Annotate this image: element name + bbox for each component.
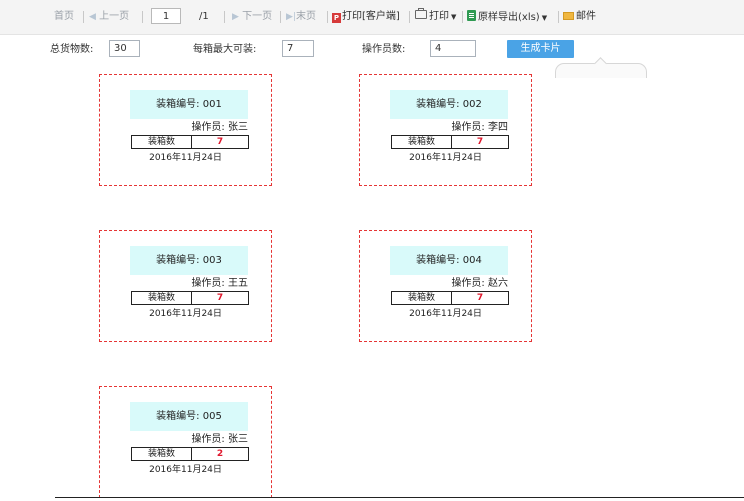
toolbar-divider	[462, 11, 463, 23]
max-per-box-input[interactable]	[282, 40, 314, 57]
box-number: 装箱编号: 002	[390, 90, 508, 119]
box-card: 装箱编号: 005 操作员: 张三 装箱数 2 2016年11月24日	[99, 386, 272, 498]
card-date: 2016年11月24日	[149, 153, 222, 163]
first-page-button[interactable]: 首页	[54, 10, 74, 24]
tooltip-bubble	[555, 63, 647, 78]
toolbar-divider	[83, 11, 84, 23]
box-count-table: 装箱数 7	[391, 291, 509, 305]
last-page-label: 末页	[295, 11, 316, 22]
box-count-label: 装箱数	[392, 292, 452, 304]
box-count-table: 装箱数 2	[131, 447, 249, 461]
arrow-right-icon: ▶	[232, 12, 239, 22]
box-count-value: 7	[216, 137, 224, 147]
last-page-button[interactable]: ▶|末页	[286, 10, 316, 24]
box-card: 装箱编号: 001 操作员: 张三 装箱数 7 2016年11月24日	[99, 74, 272, 186]
box-count-label: 装箱数	[132, 136, 192, 148]
total-goods-label: 总货物数:	[50, 44, 94, 55]
box-number: 装箱编号: 004	[390, 246, 508, 275]
generate-cards-button[interactable]: 生成卡片	[507, 40, 574, 58]
mail-label: 邮件	[576, 11, 596, 22]
box-count-table: 装箱数 7	[131, 291, 249, 305]
box-card: 装箱编号: 003 操作员: 王五 装箱数 7 2016年11月24日	[99, 230, 272, 342]
box-count-label: 装箱数	[132, 292, 192, 304]
total-goods-input[interactable]	[109, 40, 140, 57]
operator-name: 操作员: 张三	[191, 434, 248, 445]
card-date: 2016年11月24日	[409, 309, 482, 319]
operator-count-label: 操作员数:	[362, 44, 406, 55]
box-count-table: 装箱数 7	[391, 135, 509, 149]
excel-icon	[467, 10, 476, 21]
card-date: 2016年11月24日	[149, 465, 222, 475]
page-number-input[interactable]	[151, 8, 181, 24]
export-excel-button[interactable]: 原样导出(xls) ▼	[467, 10, 547, 24]
box-count-value: 2	[216, 449, 224, 459]
print-label: 打印	[429, 11, 449, 22]
page-divider	[55, 497, 744, 498]
chevron-down-icon: ▼	[451, 13, 457, 21]
card-date: 2016年11月24日	[149, 309, 222, 319]
prev-page-label: 上一页	[99, 11, 130, 22]
box-count-value: 7	[476, 293, 484, 303]
page-total: /1	[199, 11, 209, 22]
operator-name: 操作员: 李四	[451, 122, 508, 133]
box-card: 装箱编号: 002 操作员: 李四 装箱数 7 2016年11月24日	[359, 74, 532, 186]
print-button[interactable]: 打印 ▼	[415, 8, 457, 24]
box-count-value: 7	[476, 137, 484, 147]
toolbar-divider	[142, 11, 143, 23]
box-count-label: 装箱数	[132, 448, 192, 460]
box-number: 装箱编号: 005	[130, 402, 248, 431]
box-card: 装箱编号: 004 操作员: 赵六 装箱数 7 2016年11月24日	[359, 230, 532, 342]
toolbar-divider	[280, 11, 281, 23]
print-client-label: 打印[客户端]	[342, 11, 400, 22]
printer-icon	[415, 8, 427, 19]
operator-name: 操作员: 赵六	[451, 278, 508, 289]
operator-count-input[interactable]	[430, 40, 476, 57]
report-toolbar: 首页 ◀ 上一页 /1 ▶ 下一页 ▶|末页 P打印[客户端] 打印▼ 原样导出…	[0, 0, 744, 35]
box-count-label: 装箱数	[392, 136, 452, 148]
toolbar-divider	[409, 11, 410, 23]
pdf-icon: P	[332, 13, 341, 23]
toolbar-divider	[558, 11, 559, 23]
toolbar-divider	[224, 11, 225, 23]
box-count-table: 装箱数 7	[131, 135, 249, 149]
box-number: 装箱编号: 001	[130, 90, 248, 119]
toolbar-divider	[327, 11, 328, 23]
prev-page-button[interactable]: ◀ 上一页	[89, 10, 129, 24]
max-per-box-label: 每箱最大可装:	[193, 44, 257, 55]
next-page-label: 下一页	[242, 11, 273, 22]
box-count-value: 7	[216, 293, 224, 303]
chevron-down-icon: ▼	[541, 14, 548, 22]
export-excel-label: 原样导出(xls)	[478, 12, 540, 23]
arrow-right-icon: ▶|	[286, 12, 296, 22]
mail-button[interactable]: 邮件	[563, 10, 596, 24]
card-date: 2016年11月24日	[409, 153, 482, 163]
operator-name: 操作员: 张三	[191, 122, 248, 133]
next-page-button[interactable]: ▶ 下一页	[232, 10, 272, 24]
box-number: 装箱编号: 003	[130, 246, 248, 275]
arrow-left-icon: ◀	[89, 12, 96, 22]
print-client-button[interactable]: P 打印[客户端]	[332, 10, 400, 24]
mail-icon	[563, 12, 574, 20]
operator-name: 操作员: 王五	[191, 278, 248, 289]
